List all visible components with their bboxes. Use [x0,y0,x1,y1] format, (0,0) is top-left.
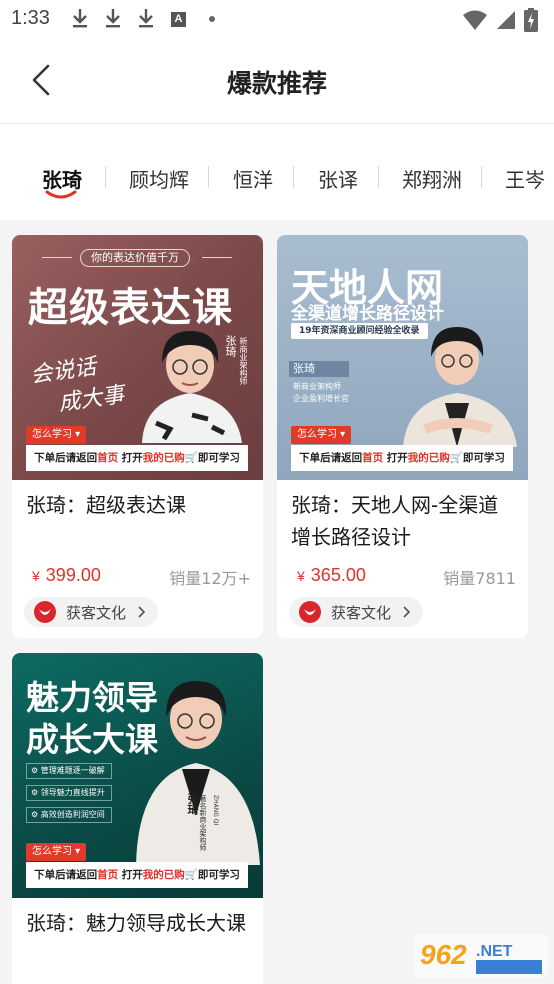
tab-instructor[interactable]: 郑翔洲 [402,164,462,193]
cart-icon: 🛒 [184,869,198,881]
app-header: 爆款推荐 [0,38,554,124]
tab-divider [105,166,106,188]
product-title: 张琦：天地人网-全渠道增长路径设计 [291,493,499,549]
product-title: 张琦：魅力领导成长大课 [26,911,246,935]
shop-link[interactable]: 获客文化 [24,597,158,627]
status-time: 1:33 [11,7,50,29]
tab-divider [293,166,294,188]
sales-count: 销量7811 [443,569,516,588]
cart-icon: 🛒 [184,452,198,464]
divider [42,257,72,258]
how-to-learn-tag: 怎么学习 ▾ [26,426,87,444]
signal-icon [497,11,515,29]
thumb-name-en: ZHANG QI [212,795,219,826]
battery-charging-icon [524,8,538,32]
system-icons [462,8,538,32]
download-icon [70,6,90,30]
divider [202,257,232,258]
product-thumbnail: 你的表达价值千万 超级表达课 会说话 成大事 张琦 新商业架构师 怎么学习 ▾ … [12,235,263,480]
tab-instructor[interactable]: 恒洋 [233,164,273,193]
notification-icons: A [70,6,215,30]
thumb-tagline: 你的表达价值千万 [80,249,190,267]
download-icon [103,6,123,30]
shop-link[interactable]: 获客文化 [289,597,423,627]
tab-divider [481,166,482,188]
cart-icon: 🛒 [449,452,463,464]
page-title: 爆款推荐 [226,69,327,98]
svg-text:.NET: .NET [476,943,513,960]
watermark-logo: 962 .NET [414,934,548,978]
product-card[interactable]: 天地人网 全渠道增长路径设计 19年资深商业顾问经验全收录 张琦 新商业架构师 … [277,235,528,638]
sales-count: 销量12万+ [169,569,251,588]
how-to-learn-tag: 怎么学习 ▾ [291,426,352,444]
tab-instructor[interactable]: 张译 [318,164,358,193]
thumb-name: 张琦 [293,362,315,375]
thumb-role: 新商业架构师 [293,382,341,391]
thumb-bullet: ⚙ 管理难题逐一破解 [26,763,112,779]
shop-name: 获客文化 [331,604,392,622]
thumb-role: 著名新商业架构师 [199,795,207,851]
thumb-role: 新商业架构师 [239,337,248,385]
more-notifications-icon [209,16,215,22]
purchase-notice: 下单后请返回首页 打开我的已购🛒即可学习 [291,445,513,471]
product-price: ¥399.00 [32,565,101,585]
product-title: 张琦：超级表达课 [26,493,186,517]
shop-logo-icon [34,601,56,623]
purchase-notice: 下单后请返回首页 打开我的已购🛒即可学习 [26,445,248,471]
thumb-bullet: ⚙ 领导魅力直线提升 [26,785,112,801]
shop-logo-icon [299,601,321,623]
status-bar: 1:33 A [0,0,554,38]
active-tab-indicator [45,190,77,199]
how-to-learn-tag: 怎么学习 ▾ [26,843,87,861]
product-card[interactable]: 你的表达价值千万 超级表达课 会说话 成大事 张琦 新商业架构师 怎么学习 ▾ … [12,235,263,638]
tab-instructor[interactable]: 顾均辉 [129,164,189,193]
tab-instructor[interactable]: 张琦 [42,164,82,193]
instructor-tabs: 张琦 顾均辉 恒洋 张译 郑翔洲 王岑 [0,124,554,220]
app-notification-icon: A [171,11,186,27]
thumb-name: 张琦 [224,335,237,357]
tab-divider [378,166,379,188]
wifi-icon [463,10,487,30]
instructor-portrait [403,327,517,447]
tab-instructor[interactable]: 王岑 [505,164,545,193]
chevron-right-icon [138,606,146,618]
thumb-role: 企业盈利增长官 [293,394,349,403]
product-price: ¥365.00 [297,565,366,585]
chevron-right-icon [403,606,411,618]
thumb-bullet: ⚙ 高效创造利润空间 [26,807,112,823]
shop-name: 获客文化 [66,604,127,622]
tab-divider [208,166,209,188]
product-thumbnail: 天地人网 全渠道增长路径设计 19年资深商业顾问经验全收录 张琦 新商业架构师 … [277,235,528,480]
product-card[interactable]: 魅力领导 成长大课 ⚙ 管理难题逐一破解 ⚙ 领导魅力直线提升 ⚙ 高效创造利润… [12,653,263,984]
download-icon [136,6,156,30]
instructor-portrait [136,681,260,865]
product-thumbnail: 魅力领导 成长大课 ⚙ 管理难题逐一破解 ⚙ 领导魅力直线提升 ⚙ 高效创造利润… [12,653,263,898]
purchase-notice: 下单后请返回首页 打开我的已购🛒即可学习 [26,862,248,888]
svg-text:962: 962 [420,939,467,970]
